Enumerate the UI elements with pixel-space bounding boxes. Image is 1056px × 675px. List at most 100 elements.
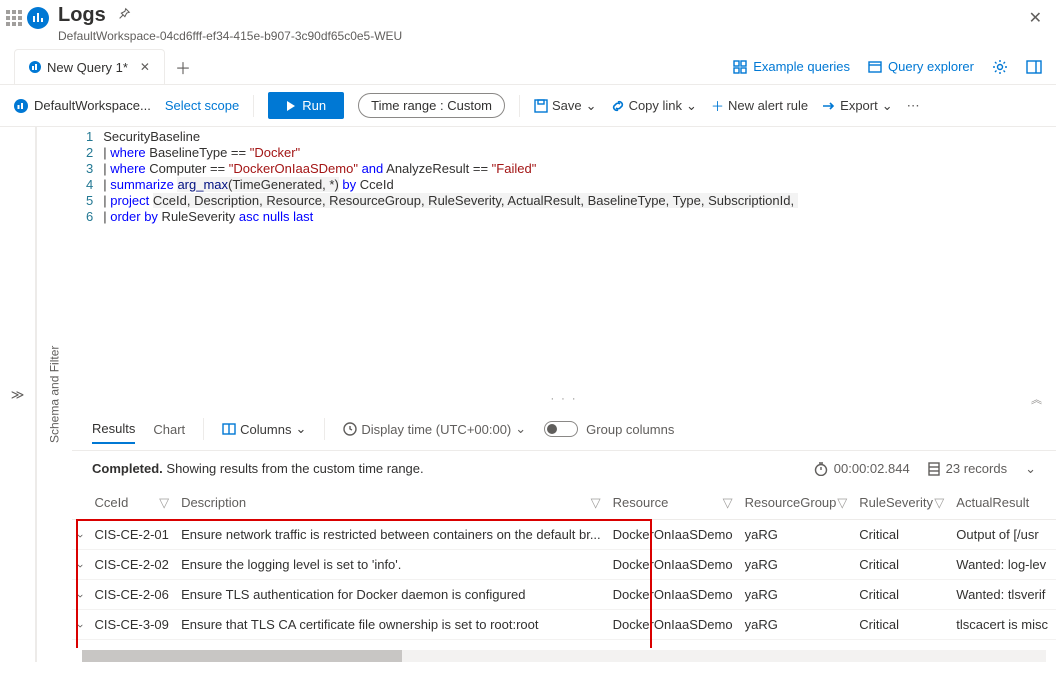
export-icon <box>822 101 836 111</box>
run-toolbar: DefaultWorkspace... Select scope Run Tim… <box>0 85 1056 127</box>
cell-resourcegroup: yaRG <box>739 519 854 549</box>
toggle-switch[interactable] <box>544 421 578 437</box>
cell-severity: Critical <box>853 609 950 639</box>
results-header: Results Chart Columns ⌄ Display time (UT… <box>72 409 1056 451</box>
stopwatch-icon <box>814 462 828 476</box>
pin-icon[interactable] <box>117 7 131 21</box>
table-row[interactable]: ›CIS-CE-2-01Ensure network traffic is re… <box>72 519 1056 549</box>
plus-icon: ＋ <box>711 96 724 115</box>
cell-cceid: CIS-CE-3-09 <box>88 609 175 639</box>
chevron-down-icon: ⌄ <box>586 98 597 114</box>
left-rail-toggle[interactable]: ≫ <box>0 127 36 662</box>
display-time-dropdown[interactable]: Display time (UTC+00:00) ⌄ <box>343 421 526 437</box>
query-explorer-button[interactable]: Query explorer <box>868 59 974 74</box>
tab-new-query[interactable]: New Query 1* ✕ <box>14 49 165 84</box>
chevron-down-icon: ⌄ <box>295 421 306 437</box>
cell-resource: DockerOnIaaSDemo <box>607 609 739 639</box>
expand-chevron-icon[interactable]: › <box>74 534 86 538</box>
workspace-subtitle: DefaultWorkspace-04cd6fff-ef34-415e-b907… <box>58 29 1025 43</box>
cell-actualresult: Wanted: log-lev <box>950 549 1056 579</box>
cell-resource: DockerOnIaaSDemo <box>607 639 739 648</box>
expand-chevron-icon[interactable]: › <box>74 594 86 598</box>
cell-resource: DockerOnIaaSDemo <box>607 579 739 609</box>
cell-actualresult: Output of [/usr <box>950 639 1056 648</box>
save-icon <box>534 99 548 113</box>
chevron-down-icon: ⌄ <box>686 98 697 114</box>
th-cceid[interactable]: CceId▽ <box>88 487 175 520</box>
th-resourcegroup[interactable]: ResourceGroup▽ <box>739 487 854 520</box>
cell-resourcegroup: yaRG <box>739 579 854 609</box>
filter-icon[interactable]: ▽ <box>837 495 847 511</box>
chevron-down-icon: ⌄ <box>515 421 526 437</box>
th-actualresult[interactable]: ActualResult <box>950 487 1056 520</box>
tab-close-icon[interactable]: ✕ <box>140 60 150 74</box>
waffle-icon[interactable] <box>6 10 22 26</box>
status-completed: Completed. <box>92 461 163 476</box>
cell-cceid: CIS-CE-2-02 <box>88 549 175 579</box>
workspace-indicator[interactable]: DefaultWorkspace... <box>14 98 151 113</box>
cell-severity: Critical <box>853 519 950 549</box>
group-columns-toggle[interactable]: Group columns <box>544 421 674 437</box>
new-alert-button[interactable]: ＋ New alert rule <box>711 96 808 115</box>
filter-icon[interactable]: ▽ <box>723 495 733 511</box>
th-resource[interactable]: Resource▽ <box>607 487 739 520</box>
tab-results[interactable]: Results <box>92 415 135 444</box>
cell-cceid: CIS-CE-2-06 <box>88 579 175 609</box>
close-icon[interactable]: ✕ <box>1025 4 1046 32</box>
chevron-down-icon[interactable]: ⌄ <box>1025 461 1036 477</box>
tab-label: New Query 1* <box>47 60 128 75</box>
table-row[interactable]: ›CIS-CE-2-02Ensure the logging level is … <box>72 549 1056 579</box>
filter-icon[interactable]: ▽ <box>934 495 944 511</box>
example-queries-button[interactable]: Example queries <box>733 59 850 74</box>
workspace-icon <box>14 99 28 113</box>
cell-resourcegroup: yaRG <box>739 639 854 648</box>
schema-filter-rail[interactable]: Schema and Filter <box>36 127 72 662</box>
page-header: Logs DefaultWorkspace-04cd6fff-ef34-415e… <box>0 0 1056 49</box>
add-tab-button[interactable]: ＋ <box>175 55 191 79</box>
status-row: Completed. Showing results from the cust… <box>72 451 1056 487</box>
select-scope-link[interactable]: Select scope <box>165 98 239 113</box>
tab-chart[interactable]: Chart <box>153 416 185 443</box>
run-button[interactable]: Run <box>268 92 344 119</box>
table-row[interactable]: ›CIS-CE-2-06Ensure TLS authentication fo… <box>72 579 1056 609</box>
chevron-right-icon: ≫ <box>11 387 25 403</box>
horizontal-scrollbar[interactable] <box>82 650 1046 662</box>
page-title: Logs <box>58 4 106 27</box>
cell-severity: Critical <box>853 549 950 579</box>
filter-icon[interactable]: ▽ <box>159 495 169 511</box>
export-button[interactable]: Export ⌄ <box>822 98 892 114</box>
cell-actualresult: Output of [/usr <box>950 519 1056 549</box>
play-icon <box>286 101 296 111</box>
table-row[interactable]: ›CIS-CE-2-12Ensure centralized and remot… <box>72 639 1056 648</box>
filter-icon[interactable]: ▽ <box>591 495 601 511</box>
panel-icon[interactable] <box>1026 60 1042 74</box>
time-range-pill[interactable]: Time range : Custom <box>358 93 505 118</box>
records-icon <box>928 462 940 476</box>
expand-chevron-icon[interactable]: › <box>74 564 86 568</box>
results-table-wrap: CceId▽ Description▽ Resource▽ ResourceGr… <box>72 487 1056 649</box>
cell-resourcegroup: yaRG <box>739 609 854 639</box>
query-editor[interactable]: 123456 SecurityBaseline| where BaselineT… <box>72 127 1056 227</box>
cell-description: Ensure centralized and remote logging is… <box>175 639 607 648</box>
link-icon <box>611 99 625 113</box>
elapsed-time: 00:00:02.844 <box>814 461 910 476</box>
table-row[interactable]: ›CIS-CE-3-09Ensure that TLS CA certifica… <box>72 609 1056 639</box>
th-description[interactable]: Description▽ <box>175 487 607 520</box>
save-button[interactable]: Save ⌄ <box>534 98 597 114</box>
cell-description: Ensure that TLS CA certificate file owne… <box>175 609 607 639</box>
query-tab-icon <box>29 61 41 73</box>
cell-resource: DockerOnIaaSDemo <box>607 519 739 549</box>
cell-description: Ensure the logging level is set to 'info… <box>175 549 607 579</box>
gear-icon[interactable] <box>992 59 1008 75</box>
splitter-handle[interactable]: · · ·︽ <box>72 389 1056 409</box>
more-icon[interactable]: ⋯ <box>907 98 920 114</box>
columns-button[interactable]: Columns ⌄ <box>222 421 306 437</box>
cell-description: Ensure network traffic is restricted bet… <box>175 519 607 549</box>
columns-icon <box>222 423 236 435</box>
copy-link-button[interactable]: Copy link ⌄ <box>611 98 697 114</box>
th-severity[interactable]: RuleSeverity▽ <box>853 487 950 520</box>
expand-chevron-icon[interactable]: › <box>74 624 86 628</box>
cell-resourcegroup: yaRG <box>739 549 854 579</box>
caret-up-icon[interactable]: ︽ <box>1031 391 1044 407</box>
chevron-down-icon: ⌄ <box>882 98 893 114</box>
